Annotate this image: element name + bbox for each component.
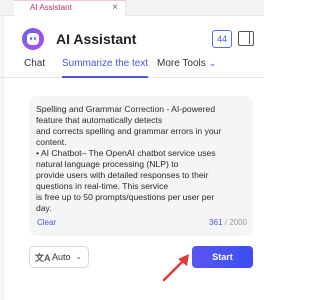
start-button[interactable]: Start (192, 246, 253, 268)
more-tools-label: More Tools (157, 58, 206, 69)
page-title: AI Assistant (56, 31, 137, 47)
character-count-limit: / 2000 (222, 218, 247, 227)
tab-chat[interactable]: Chat (24, 58, 45, 78)
character-count-used: 361 (209, 218, 223, 227)
language-value: Auto (52, 252, 71, 262)
clear-button[interactable]: Clear (37, 218, 56, 227)
chevron-down-icon: ⌄ (208, 58, 217, 68)
tab-summarize[interactable]: Summarize the text (62, 58, 149, 78)
input-text[interactable]: Spelling and Grammar Correction - AI-pow… (36, 104, 250, 214)
language-select[interactable]: 文A Auto ⌄ (29, 246, 89, 268)
red-arrow-annotation (162, 254, 189, 282)
browser-tab-bar: AI Assistant × (0, 0, 264, 16)
translate-icon: 文A (35, 253, 51, 263)
close-icon[interactable]: × (112, 1, 118, 14)
tab-more-tools[interactable]: More Tools ⌄ (157, 58, 216, 78)
robot-face-icon (22, 28, 44, 50)
text-input-area[interactable]: Spelling and Grammar Correction - AI-pow… (29, 96, 253, 236)
header: AI Assistant 44 (22, 28, 258, 52)
chevron-down-icon: ⌄ (75, 252, 82, 261)
tab-title: AI Assistant (30, 3, 72, 12)
tab-ai-assistant[interactable]: AI Assistant × (14, 0, 126, 16)
character-count: 361 / 2000 (209, 218, 247, 227)
usage-counter-badge[interactable]: 44 (212, 30, 232, 48)
sidebar-panel-icon[interactable] (238, 31, 254, 46)
tool-nav: Chat Summarize the text More Tools ⌄ (0, 56, 264, 78)
